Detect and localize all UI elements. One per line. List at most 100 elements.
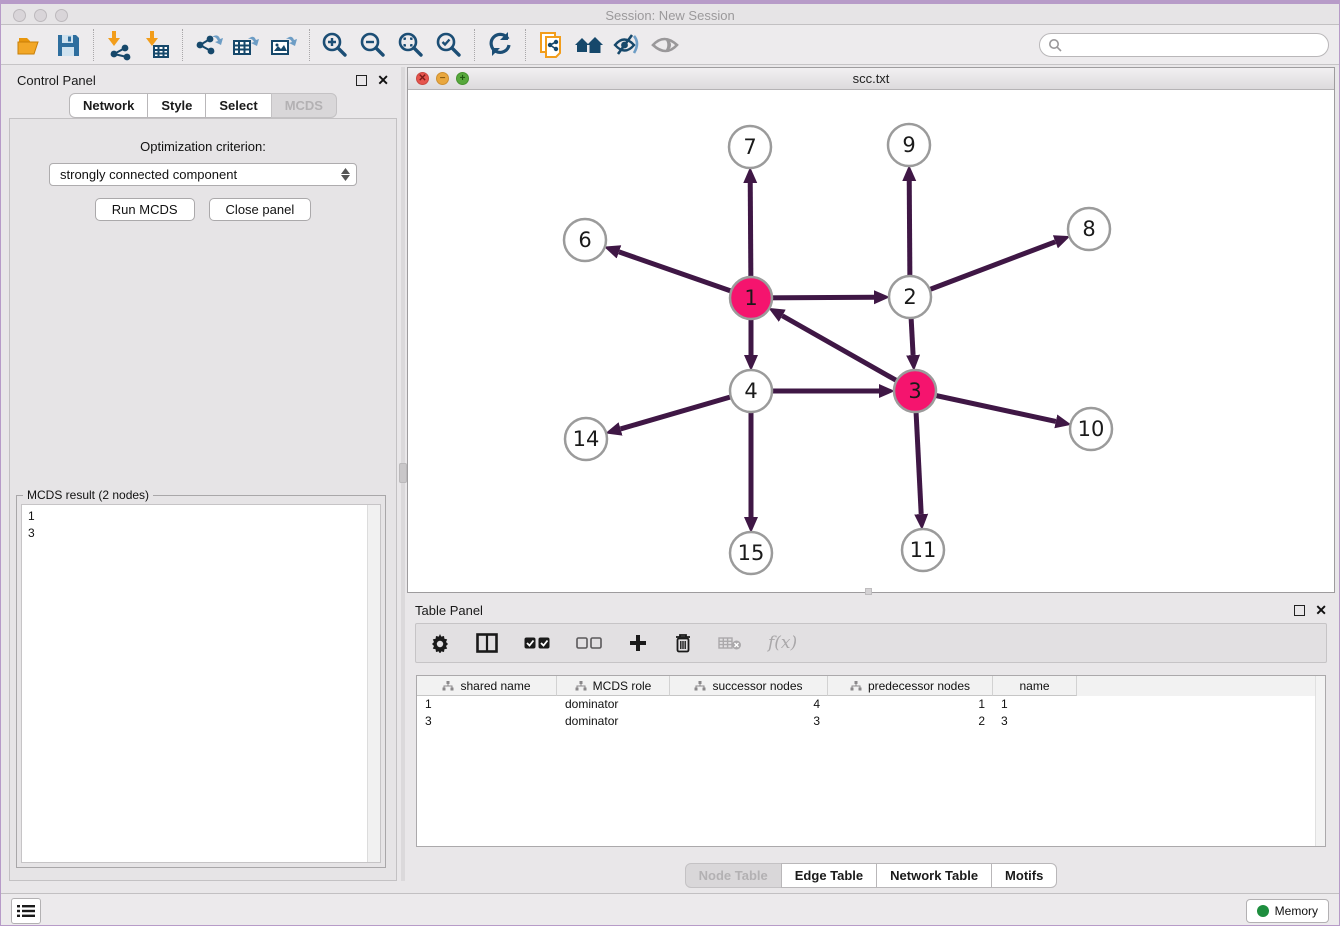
tab-edge-table[interactable]: Edge Table	[781, 863, 877, 888]
tab-node-table[interactable]: Node Table	[685, 863, 782, 888]
network-window-title: scc.txt	[408, 71, 1334, 86]
task-history-button[interactable]	[11, 898, 41, 924]
run-mcds-button[interactable]: Run MCDS	[95, 198, 195, 221]
zoom-in-icon[interactable]	[316, 28, 354, 62]
graph-node-9[interactable]: 9	[888, 124, 930, 166]
control-panel-tabs: Network Style Select MCDS	[69, 93, 337, 118]
column-header-successor-nodes[interactable]: successor nodes	[670, 676, 828, 696]
result-scrollbar[interactable]	[367, 505, 380, 862]
table-row[interactable]: 3 dominator 3 2 3	[417, 713, 1325, 730]
chevron-updown-icon	[341, 168, 350, 181]
graph-node-label: 7	[743, 135, 756, 159]
column-layout-icon[interactable]	[476, 633, 498, 653]
open-file-icon[interactable]	[11, 28, 49, 62]
delete-row-icon[interactable]	[674, 633, 692, 653]
cell-mcds-role[interactable]: dominator	[557, 713, 670, 730]
graph-node-15[interactable]: 15	[730, 532, 772, 574]
graph-node-7[interactable]: 7	[729, 126, 771, 168]
network-canvas[interactable]: 7 9 6 8 1 2 4 3 14 10 15 11	[408, 90, 1334, 592]
application-window: Session: New Session	[0, 0, 1340, 926]
export-network-icon[interactable]	[189, 28, 227, 62]
memory-button[interactable]: Memory	[1246, 899, 1329, 923]
column-header-predecessor-nodes[interactable]: predecessor nodes	[828, 676, 993, 696]
splitter-handle[interactable]	[399, 463, 407, 483]
graph-node-8[interactable]: 8	[1068, 208, 1110, 250]
clone-network-icon[interactable]	[532, 28, 570, 62]
first-neighbors-icon[interactable]	[570, 28, 608, 62]
search-field[interactable]	[1039, 33, 1329, 57]
add-row-icon[interactable]	[628, 633, 648, 653]
table-settings-icon[interactable]	[430, 633, 450, 653]
criterion-dropdown[interactable]: strongly connected component	[49, 163, 357, 186]
control-panel: Control Panel ✕ Network Style Select MCD…	[9, 67, 397, 881]
tab-select[interactable]: Select	[205, 93, 271, 118]
column-header-name[interactable]: name	[993, 676, 1077, 696]
mcds-result-group: MCDS result (2 nodes) 1 3	[16, 495, 386, 868]
tab-mcds[interactable]: MCDS	[271, 93, 337, 118]
zoom-fit-icon[interactable]	[392, 28, 430, 62]
cell-name[interactable]: 3	[993, 713, 1077, 730]
column-header-mcds-role[interactable]: MCDS role	[557, 676, 670, 696]
select-all-checkboxes-icon[interactable]	[524, 636, 550, 650]
cell-shared-name[interactable]: 1	[417, 696, 557, 713]
mcds-panel: Optimization criterion: strongly connect…	[9, 118, 397, 881]
toolbar-separator	[309, 29, 310, 61]
import-table-icon[interactable]	[138, 28, 176, 62]
cell-name[interactable]: 1	[993, 696, 1077, 713]
graph-edge-3-1[interactable]	[782, 316, 915, 391]
network-view-window: ✕ − + scc.txt 7 9 6 8 1 2 4 3 14 10 15 11	[407, 67, 1335, 593]
memory-label: Memory	[1275, 904, 1318, 918]
mcds-result-textarea[interactable]: 1 3	[21, 504, 381, 863]
cell-shared-name[interactable]: 3	[417, 713, 557, 730]
zoom-selected-icon[interactable]	[430, 28, 468, 62]
tree-icon	[850, 681, 862, 691]
apply-layout-icon[interactable]	[481, 28, 519, 62]
graph-node-11[interactable]: 11	[902, 529, 944, 571]
window-resize-handle[interactable]	[865, 588, 872, 595]
table-row[interactable]: 1 dominator 4 1 1	[417, 696, 1325, 713]
show-all-icon[interactable]	[646, 28, 684, 62]
import-network-icon[interactable]	[100, 28, 138, 62]
graph-edge-2-8[interactable]	[910, 242, 1055, 297]
export-image-icon[interactable]	[265, 28, 303, 62]
zoom-out-icon[interactable]	[354, 28, 392, 62]
network-window-titlebar[interactable]: ✕ − + scc.txt	[408, 68, 1334, 90]
close-panel-button[interactable]: Close panel	[209, 198, 312, 221]
graph-node-14[interactable]: 14	[565, 418, 607, 460]
column-header-shared-name[interactable]: shared name	[417, 676, 557, 696]
mcds-result-title: MCDS result (2 nodes)	[23, 488, 153, 502]
close-table-panel-icon[interactable]: ✕	[1315, 605, 1327, 616]
deselect-all-checkboxes-icon[interactable]	[576, 636, 602, 650]
table-scrollbar[interactable]	[1315, 676, 1325, 846]
float-table-panel-icon[interactable]	[1294, 605, 1305, 616]
search-input[interactable]	[1068, 36, 1320, 54]
cell-predecessor-nodes[interactable]: 1	[828, 696, 993, 713]
export-table-icon[interactable]	[227, 28, 265, 62]
tab-style[interactable]: Style	[147, 93, 206, 118]
cell-mcds-role[interactable]: dominator	[557, 696, 670, 713]
graph-node-label: 10	[1078, 417, 1105, 441]
delete-table-icon[interactable]	[718, 635, 742, 651]
graph-node-2[interactable]: 2	[889, 276, 931, 318]
tab-network-table[interactable]: Network Table	[876, 863, 992, 888]
graph-node-4[interactable]: 4	[730, 370, 772, 412]
network-graph[interactable]: 7 9 6 8 1 2 4 3 14 10 15 11	[408, 90, 1334, 592]
node-table[interactable]: shared name MCDS role successor nodes pr…	[416, 675, 1326, 847]
panel-splitter[interactable]	[401, 67, 405, 881]
tab-network[interactable]: Network	[69, 93, 148, 118]
function-builder-icon[interactable]: f(x)	[768, 633, 797, 653]
cell-predecessor-nodes[interactable]: 2	[828, 713, 993, 730]
graph-node-1[interactable]: 1	[730, 277, 772, 319]
cell-successor-nodes[interactable]: 4	[670, 696, 828, 713]
tab-motifs[interactable]: Motifs	[991, 863, 1057, 888]
close-panel-icon[interactable]: ✕	[377, 75, 389, 86]
table-panel: Table Panel ✕	[407, 597, 1335, 891]
graph-node-3[interactable]: 3	[894, 370, 936, 412]
hide-selected-icon[interactable]	[608, 28, 646, 62]
graph-node-6[interactable]: 6	[564, 219, 606, 261]
float-panel-icon[interactable]	[356, 75, 367, 86]
graph-node-10[interactable]: 10	[1070, 408, 1112, 450]
cell-successor-nodes[interactable]: 3	[670, 713, 828, 730]
control-panel-title: Control Panel	[17, 73, 96, 88]
save-session-icon[interactable]	[49, 28, 87, 62]
